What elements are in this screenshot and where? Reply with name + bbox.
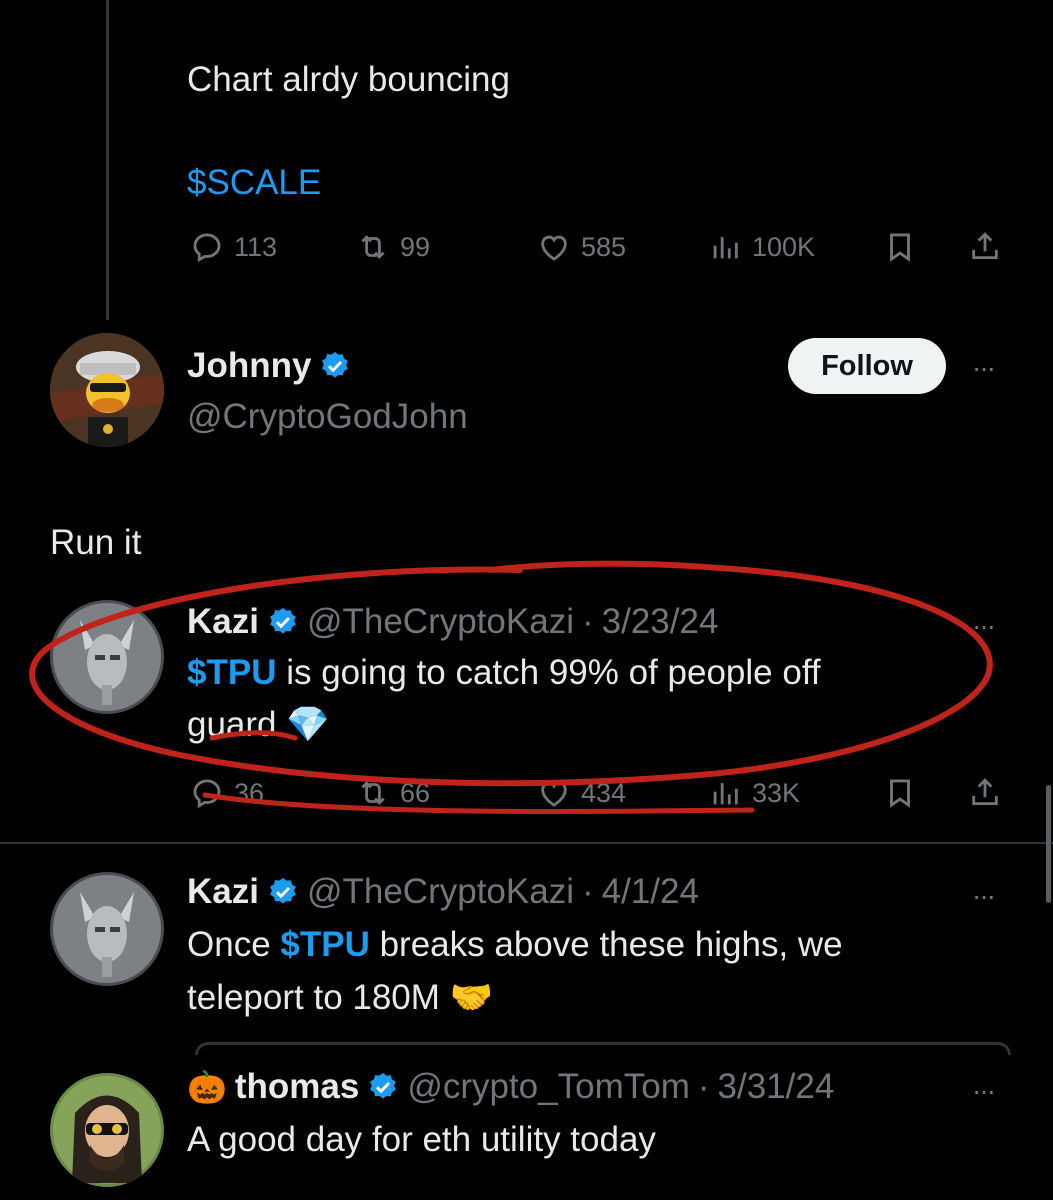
avatar-kazi[interactable]	[50, 872, 164, 986]
pumpkin-emoji-icon: 🎃	[187, 1069, 227, 1105]
verified-badge-icon	[370, 1073, 397, 1099]
user-row-johnny: Johnny	[187, 346, 351, 386]
reply-count: 113	[234, 231, 278, 262]
bookmark-icon	[890, 233, 910, 262]
views-icon	[713, 237, 738, 259]
more-options-icon[interactable]: ···	[972, 1075, 996, 1107]
avatar-johnny[interactable]	[50, 333, 164, 447]
divider	[0, 842, 1053, 844]
verified-badge-icon	[270, 878, 296, 904]
like-count: 585	[581, 231, 627, 262]
goat-avatar-icon	[50, 872, 164, 986]
more-options-icon[interactable]: ···	[972, 880, 996, 912]
display-name[interactable]: Johnny	[187, 346, 311, 386]
verified-badge-icon	[322, 352, 349, 378]
bearded-man-avatar-icon	[50, 1073, 164, 1187]
handshake-emoji-icon: 🤝	[449, 978, 494, 1017]
reply-button[interactable]: 113	[190, 230, 277, 264]
cashtag-link[interactable]: $TPU	[280, 925, 369, 964]
quoted-card-border	[195, 1042, 1011, 1055]
views-button[interactable]: 100K	[708, 230, 815, 264]
tweet-text-line2: teleport to 180M 🤝	[187, 977, 493, 1018]
heart-icon	[541, 235, 567, 261]
tweet-text: Once	[187, 925, 281, 964]
repost-button[interactable]: 99	[356, 230, 430, 264]
display-name[interactable]: thomas	[235, 1067, 359, 1107]
views-count: 100K	[752, 231, 816, 262]
duck-avatar-icon	[50, 333, 164, 447]
share-button[interactable]	[968, 230, 1002, 264]
red-annotation-circle	[29, 560, 993, 814]
cashtag-link[interactable]: $SCALE	[187, 163, 321, 203]
thread-line	[106, 0, 109, 320]
repost-icon	[361, 235, 385, 259]
display-name[interactable]: Kazi	[187, 872, 259, 912]
user-handle[interactable]: @TheCryptoKazi	[307, 872, 574, 912]
user-row-thomas: 🎃 thomas @crypto_TomTom · 3/31/24	[187, 1067, 834, 1107]
share-icon	[972, 232, 998, 260]
separator-dot: ·	[581, 872, 594, 911]
bookmark-button[interactable]	[883, 230, 917, 264]
tweet-text: teleport to 180M	[187, 978, 440, 1017]
scrollbar[interactable]	[1046, 785, 1051, 903]
tweet-text: A good day for eth utility today	[187, 1120, 656, 1159]
tweet-text-line1: Once $TPU breaks above these highs, we	[187, 925, 843, 965]
tweet-date[interactable]: 3/31/24	[718, 1067, 835, 1107]
like-button[interactable]: 585	[537, 230, 626, 264]
avatar-thomas[interactable]	[50, 1073, 164, 1187]
follow-button[interactable]: Follow	[788, 338, 946, 394]
tweet-text: breaks above these highs, we	[369, 925, 843, 964]
reply-icon	[193, 233, 221, 263]
user-handle[interactable]: @CryptoGodJohn	[187, 397, 468, 437]
more-options-icon[interactable]: ···	[972, 352, 996, 384]
repost-count: 99	[400, 231, 431, 262]
tweet-text: Chart alrdy bouncing	[187, 60, 510, 99]
tweet-date[interactable]: 4/1/24	[602, 872, 699, 912]
user-row-kazi-2: Kazi @TheCryptoKazi · 4/1/24	[187, 872, 699, 912]
user-handle[interactable]: @crypto_TomTom	[407, 1067, 690, 1107]
separator-dot: ·	[697, 1067, 710, 1106]
